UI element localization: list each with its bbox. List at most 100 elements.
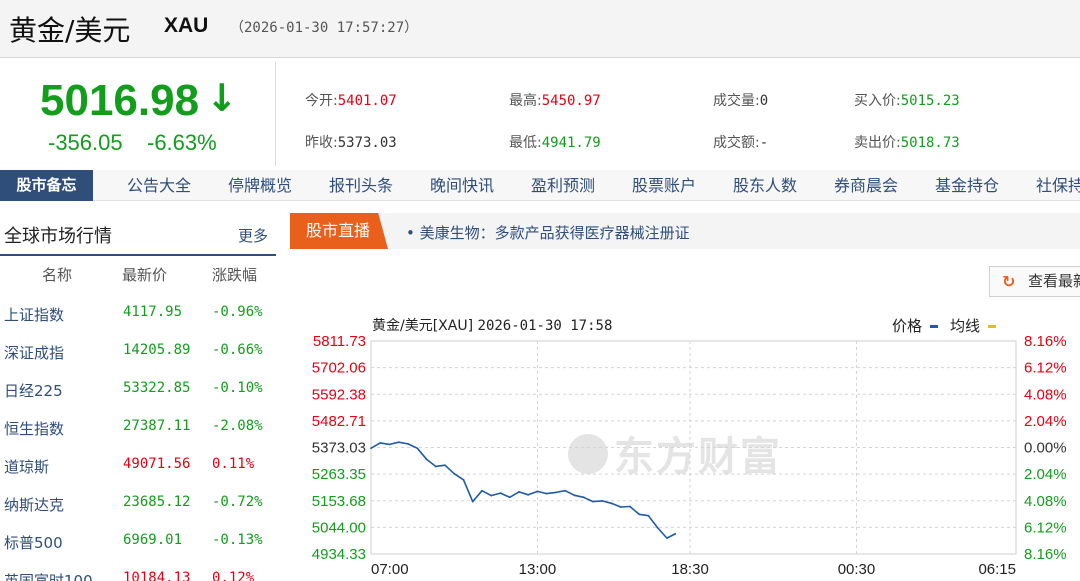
market-row[interactable]: 上证指数 4117.95 -0.96% [0,304,276,342]
market-row[interactable]: 道琼斯 49071.56 0.11% [0,456,276,494]
quote-field-value: - [759,135,769,151]
title-bar: 黄金/美元 XAU （2026-01-30 17:57:27） [0,0,1080,58]
market-row-change: 0.12% [212,570,255,581]
price-point [527,493,530,496]
y2-tick-label: 0.00% [1024,440,1067,457]
quote-field-value: 5401.07 [337,93,397,109]
legend-price-swatch [930,325,939,328]
market-row-name: 深证成指 [4,344,65,362]
price-point [564,489,567,492]
price-point [397,441,400,444]
quote-field-label: 昨收: [305,135,338,151]
y-tick-label: 5153.68 [312,493,366,510]
quote-field-label: 成交量: [713,93,760,109]
instrument-name: 黄金/美元 [9,14,131,47]
quote-field-value: 5018.73 [900,135,960,151]
nav-item[interactable]: 报刊头条 [329,170,393,201]
market-row[interactable]: 深证成指 14205.89 -0.66% [0,342,276,380]
news-headline[interactable]: • 美康生物：多款产品获得医疗器械注册证 [406,222,690,243]
last-price: 5016.98 [40,76,200,125]
market-row-price: 23685.12 [123,494,191,510]
market-row[interactable]: 纳斯达克 23685.12 -0.72% [0,494,276,532]
y2-tick-label: 6.12% [1024,519,1067,536]
quote-field-value: 5373.03 [337,135,397,151]
y-tick-label: 5811.73 [313,333,366,350]
more-link[interactable]: 更多 [238,225,268,246]
price-point [508,496,511,499]
y-tick-label: 5044.00 [312,519,366,536]
market-row-change: 0.11% [212,456,255,472]
price-point [582,496,585,499]
market-row[interactable]: 标普500 6969.01 -0.13% [0,532,276,570]
market-row-change: -0.96% [212,304,263,320]
view-latest-label: 查看最新 [1028,272,1080,290]
nav-item[interactable]: 盈利预测 [531,170,595,201]
price-point [444,464,446,467]
price-point [434,465,437,468]
nav-item[interactable]: 券商晨会 [834,170,898,201]
nav-item[interactable]: 公告大全 [127,170,191,201]
market-row-name: 上证指数 [4,306,65,324]
x-tick-label: 18:30 [671,561,709,578]
view-latest-button[interactable]: ↻ 查看最新 [989,266,1080,297]
quote-field-label: 成交额: [713,135,760,151]
market-row-name: 英国富时100 [4,572,93,581]
price-point [573,494,576,497]
market-row-price: 49071.56 [123,456,191,472]
chart-title-datetime: 2026-01-30 17:58 [477,318,613,334]
nav-item[interactable]: 晚间快讯 [430,170,494,201]
market-row-price: 10184.13 [123,570,191,581]
market-row-name: 纳斯达克 [4,496,65,514]
y-tick-label: 5702.06 [312,360,366,377]
market-row-name: 标普500 [4,534,63,552]
price-point [416,447,419,450]
market-row-change: -0.13% [212,532,263,548]
quote-field-label: 最高: [509,93,542,109]
legend-avg-swatch [988,325,997,328]
price-point [425,458,428,461]
y-tick-label: 5263.35 [312,466,366,483]
quote-field: 昨收:5373.03 [305,132,397,152]
y2-tick-label: 8.16% [1024,333,1067,350]
price-point [490,494,493,497]
quote-summary: 5016.98 ↓ -356.05 -6.63% [0,62,276,166]
market-row[interactable]: 恒生指数 27387.11 -2.08% [0,418,276,456]
market-row[interactable]: 日经225 53322.85 -0.10% [0,380,276,418]
chart-canvas[interactable]: 5811.73 8.16% 5702.06 6.12% 5592.38 4.08% 5482… [296,306,1080,581]
market-row-change: -2.08% [212,418,263,434]
chart-title: 黄金/美元[XAU] 2026-01-30 17:58 [372,315,612,335]
price-point [453,472,456,475]
market-panel-title: 全球市场行情 [4,226,112,247]
y-tick-label: 5592.38 [312,386,366,403]
price-point [536,490,539,493]
nav-item[interactable]: 股东人数 [733,170,797,201]
refresh-icon: ↻ [1002,272,1016,291]
price-point [388,443,391,446]
price-point [407,442,409,445]
price-point [518,491,520,493]
price-change-percent: -6.63% [147,130,217,155]
market-row[interactable]: 英国富时100 10184.13 0.12% [0,570,276,581]
quote-field: 成交额:- [713,132,768,152]
nav-item[interactable]: 社保持 [1036,170,1080,201]
quote-field-label: 今开: [305,93,338,109]
price-point [555,491,557,494]
price-change: -356.05 [48,130,123,155]
x-tick-label: 13:00 [519,561,557,578]
nav-item[interactable]: 停牌概览 [228,170,292,201]
nav-item[interactable]: 股票账户 [632,170,696,201]
nav-item-memo[interactable]: 股市备忘 [0,170,93,201]
market-row-price: 4117.95 [123,304,183,320]
instrument-code: XAU [164,14,209,37]
price-point [629,505,631,508]
quote-field-value: 5450.97 [541,93,601,109]
y-tick-label: 5373.03 [312,440,366,457]
price-point [592,500,594,503]
market-row-change: -0.66% [212,342,263,358]
nav-item[interactable]: 基金持仓 [935,170,999,201]
column-header-change: 涨跌幅 [212,266,258,284]
quote-field-value: 0 [759,93,769,109]
price-point [610,502,613,505]
price-point [481,489,483,492]
live-tag[interactable]: 股市直播 [290,213,388,249]
